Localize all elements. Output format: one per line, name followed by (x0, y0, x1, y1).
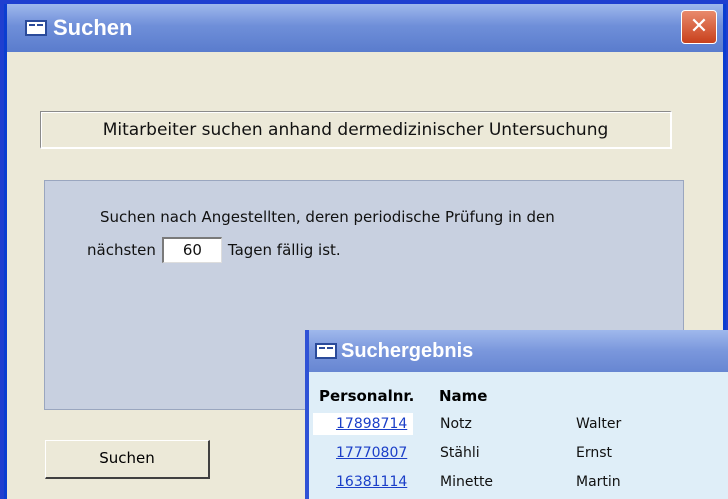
table-row[interactable]: 16381114 Minette Martin 1 (309, 470, 728, 496)
firstname-cell: Walter (576, 416, 622, 432)
firstname-cell: Ernst (576, 445, 613, 461)
table-row[interactable]: 17898714 Notz Walter 2 (309, 412, 728, 438)
result-grid: Personalnr. Name D 17898714 Notz Walter … (309, 372, 728, 499)
heading-label-box: Mitarbeiter suchen anhand dermedizinisch… (40, 111, 672, 149)
criteria-text-line2: nächsten 60 Tagen fällig ist. (87, 237, 341, 263)
criteria-suffix: Tagen fällig ist. (227, 241, 341, 259)
close-button[interactable]: ✕ (681, 10, 717, 44)
result-title: Suchergebnis (341, 340, 474, 362)
title-bar[interactable]: Suchen ✕ (7, 4, 723, 52)
criteria-text-line1: Suchen nach Angestellten, deren periodis… (100, 208, 555, 226)
column-header-name: Name (439, 387, 488, 405)
name-cell: Minette (440, 474, 494, 490)
personalnr-link[interactable]: 17898714 (313, 413, 413, 435)
result-window: Suchergebnis Personalnr. Name D 17898714… (305, 330, 728, 499)
firstname-cell: Martin (576, 474, 621, 490)
personalnr-link[interactable]: 17770807 (313, 442, 413, 464)
window-title: Suchen (53, 15, 133, 40)
personalnr-link[interactable]: 16381114 (313, 471, 413, 493)
close-icon: ✕ (689, 14, 709, 39)
search-button[interactable]: Suchen (45, 440, 210, 479)
result-title-bar[interactable]: Suchergebnis (309, 330, 728, 372)
heading-label: Mitarbeiter suchen anhand dermedizinisch… (102, 120, 609, 140)
days-input[interactable]: 60 (161, 237, 222, 263)
table-row[interactable]: 17770807 Stähli Ernst 7 (309, 441, 728, 467)
criteria-prefix: nächsten (87, 241, 156, 259)
form-icon (315, 343, 337, 359)
column-header-personalnr: Personalnr. (319, 387, 415, 405)
name-cell: Stähli (440, 445, 480, 461)
name-cell: Notz (440, 416, 472, 432)
form-icon (25, 20, 47, 36)
